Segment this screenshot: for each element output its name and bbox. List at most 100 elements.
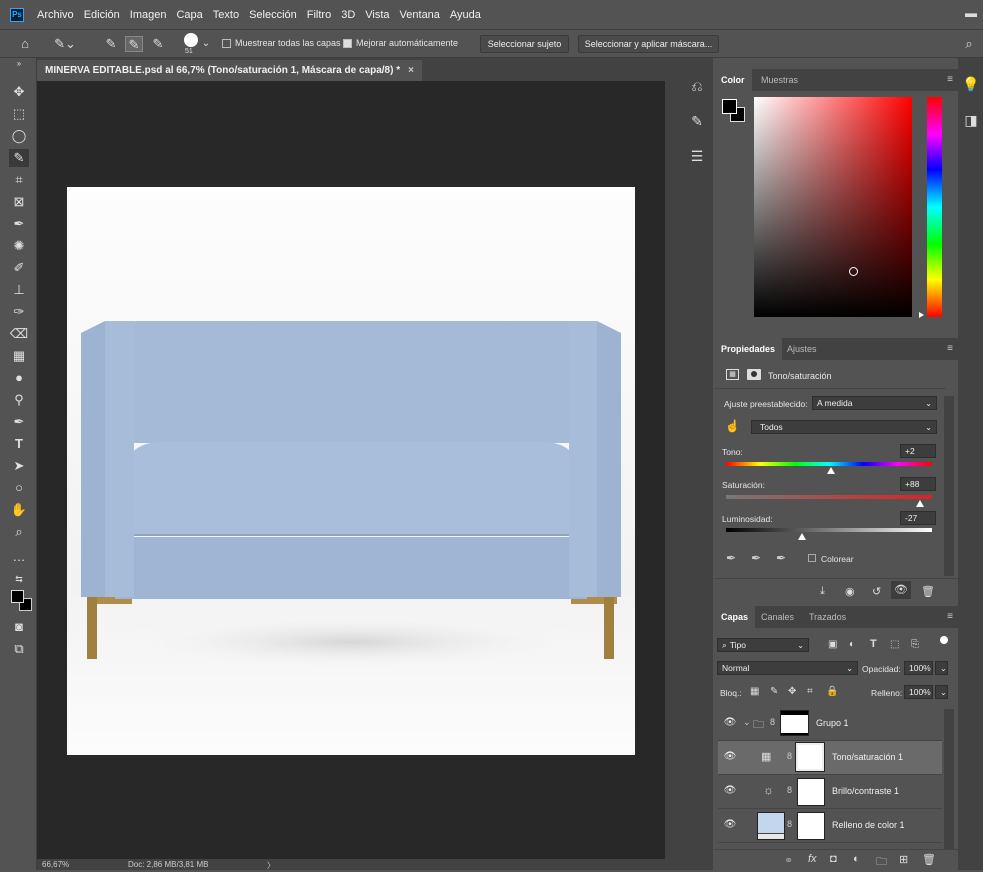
swap-colors-icon[interactable]: ⇆: [9, 570, 29, 588]
color-picker-cursor[interactable]: [849, 267, 858, 276]
document-canvas[interactable]: [67, 187, 635, 755]
eyedropper-tool-icon[interactable]: ✒: [9, 215, 29, 233]
new-selection-icon[interactable]: ✎: [102, 36, 120, 52]
eye-icon[interactable]: 👁: [723, 819, 737, 831]
mask-icon[interactable]: [747, 369, 761, 380]
eraser-tool-icon[interactable]: ⌫: [9, 325, 29, 343]
link-layers-icon[interactable]: ⚭: [784, 854, 793, 867]
blur-tool-icon[interactable]: ●: [9, 369, 29, 387]
home-icon[interactable]: ⌂: [16, 36, 34, 52]
layer-name[interactable]: Grupo 1: [816, 718, 849, 728]
lightness-value-field[interactable]: -27: [900, 511, 936, 525]
brush-settings-icon[interactable]: ✎: [687, 113, 707, 133]
menu-filtro[interactable]: Filtro: [307, 9, 331, 21]
layer-row-group[interactable]: 👁 ⌄ 🗀 8 Grupo 1: [718, 707, 942, 741]
subtract-selection-icon[interactable]: ✎: [149, 36, 167, 52]
lightness-slider-thumb[interactable]: [798, 533, 807, 540]
screen-mode-icon[interactable]: ⧉: [9, 640, 29, 658]
eye-icon[interactable]: 👁: [723, 751, 737, 763]
layer-row-brightness-contrast[interactable]: 👁 ☼ 8 Brillo/contraste 1: [718, 775, 942, 809]
path-selection-tool-icon[interactable]: ➤: [9, 457, 29, 475]
eye-icon[interactable]: 👁: [723, 717, 737, 729]
brush-size-preview-icon[interactable]: [184, 33, 198, 47]
hand-tool-icon[interactable]: ✋: [9, 501, 29, 519]
frame-tool-icon[interactable]: ⊠: [9, 193, 29, 211]
layer-row-hue-saturation[interactable]: 👁 ▦ 8 Tono/saturación 1: [718, 741, 942, 775]
status-menu-arrow[interactable]: 〉: [267, 860, 275, 871]
menu-edicion[interactable]: Edición: [84, 9, 120, 21]
adjustments-icon[interactable]: ☰: [687, 148, 707, 168]
eyedropper-minus-icon[interactable]: ✒: [776, 551, 786, 565]
dodge-tool-icon[interactable]: ⚲: [9, 391, 29, 409]
eyedropper-icon[interactable]: ✒: [726, 551, 736, 565]
hue-slider[interactable]: [927, 97, 942, 317]
layer-name[interactable]: Tono/saturación 1: [832, 752, 903, 762]
move-tool-icon[interactable]: ✥: [9, 83, 29, 101]
tab-properties[interactable]: Propiedades: [714, 338, 783, 360]
zoom-tool-icon[interactable]: ⌕: [9, 523, 29, 541]
menu-ventana[interactable]: Ventana: [400, 9, 440, 21]
quick-selection-tool-icon[interactable]: ✎: [9, 149, 29, 167]
layer-mask-thumbnail[interactable]: [797, 812, 825, 840]
minimize-button[interactable]: ▬: [963, 6, 979, 20]
blend-mode-dropdown[interactable]: Normal ⌄: [717, 661, 858, 675]
tab-adjustments[interactable]: Ajustes: [780, 338, 824, 360]
filter-shape-icon[interactable]: ⬚: [890, 639, 899, 650]
layer-row-color-fill[interactable]: 👁 8 Relleno de color 1: [718, 809, 942, 843]
sample-all-layers-checkbox[interactable]: [222, 39, 231, 48]
fill-dropdown-icon[interactable]: ⌄: [935, 685, 948, 699]
layer-mask-thumbnail[interactable]: [795, 742, 825, 772]
search-icon[interactable]: ⌕: [960, 36, 978, 52]
layers-scrollbar[interactable]: [944, 709, 954, 849]
layer-name[interactable]: Relleno de color 1: [832, 820, 905, 830]
collapse-toolbar-icon[interactable]: »: [9, 59, 29, 69]
preset-dropdown[interactable]: A medida ⌄: [812, 396, 937, 410]
channel-dropdown[interactable]: Todos ⌄: [751, 420, 937, 434]
link-icon[interactable]: 8: [770, 717, 775, 727]
layer-mask-thumbnail[interactable]: [797, 778, 825, 806]
link-icon[interactable]: 8: [787, 819, 792, 829]
lock-transparent-icon[interactable]: ▦: [750, 686, 759, 697]
zoom-level[interactable]: 66,67%: [42, 860, 69, 869]
close-tab-icon[interactable]: ×: [408, 65, 414, 76]
reset-icon[interactable]: ↺: [872, 585, 881, 598]
menu-ayuda[interactable]: Ayuda: [450, 9, 481, 21]
lasso-tool-icon[interactable]: ◯: [9, 127, 29, 145]
opacity-dropdown-icon[interactable]: ⌄: [935, 661, 948, 675]
layer-style-fx-icon[interactable]: fx: [808, 853, 817, 865]
menu-imagen[interactable]: Imagen: [130, 9, 167, 21]
menu-vista[interactable]: Vista: [365, 9, 389, 21]
new-adjustment-icon[interactable]: ◐: [853, 853, 860, 865]
document-tab[interactable]: MINERVA EDITABLE.psd al 66,7% (Tono/satu…: [37, 60, 422, 81]
filter-toggle-icon[interactable]: [940, 636, 948, 644]
add-mask-icon[interactable]: ◘: [830, 853, 837, 865]
filter-pixel-icon[interactable]: ▣: [828, 639, 837, 650]
hue-slider-marker[interactable]: [919, 312, 924, 318]
hue-slider-track[interactable]: [726, 462, 932, 466]
add-to-selection-icon[interactable]: ✎: [125, 36, 143, 52]
pen-tool-icon[interactable]: ✒: [9, 413, 29, 431]
eyedropper-plus-icon[interactable]: ✒: [751, 551, 761, 565]
libraries-icon[interactable]: ◨: [961, 112, 981, 132]
color-fill-thumbnail[interactable]: [757, 812, 785, 840]
trash-icon[interactable]: 🗑: [921, 585, 935, 598]
healing-brush-tool-icon[interactable]: ✺: [9, 237, 29, 255]
menu-3d[interactable]: 3D: [341, 9, 355, 21]
brush-tool-icon[interactable]: ✐: [9, 259, 29, 277]
filter-smart-object-icon[interactable]: ⎘: [911, 639, 919, 650]
layer-filter-dropdown[interactable]: ⌕ Tipo ⌄: [717, 638, 809, 652]
new-group-icon[interactable]: 🗀: [876, 853, 887, 872]
menu-capa[interactable]: Capa: [176, 9, 202, 21]
opacity-field[interactable]: 100%: [904, 661, 933, 675]
select-and-mask-button[interactable]: Seleccionar y aplicar máscara...: [578, 35, 719, 53]
layer-name[interactable]: Brillo/contraste 1: [832, 786, 899, 796]
chevron-down-icon[interactable]: ⌄: [743, 717, 751, 728]
group-mask-thumbnail[interactable]: [780, 710, 809, 736]
edit-toolbar-icon[interactable]: …: [9, 548, 29, 566]
saturation-slider-thumb[interactable]: [915, 500, 924, 507]
trash-icon[interactable]: 🗑: [922, 853, 936, 866]
link-icon[interactable]: 8: [787, 785, 792, 795]
lock-position-icon[interactable]: ✥: [788, 686, 796, 697]
foreground-background-colors[interactable]: [9, 588, 33, 612]
gradient-tool-icon[interactable]: ▦: [9, 347, 29, 365]
